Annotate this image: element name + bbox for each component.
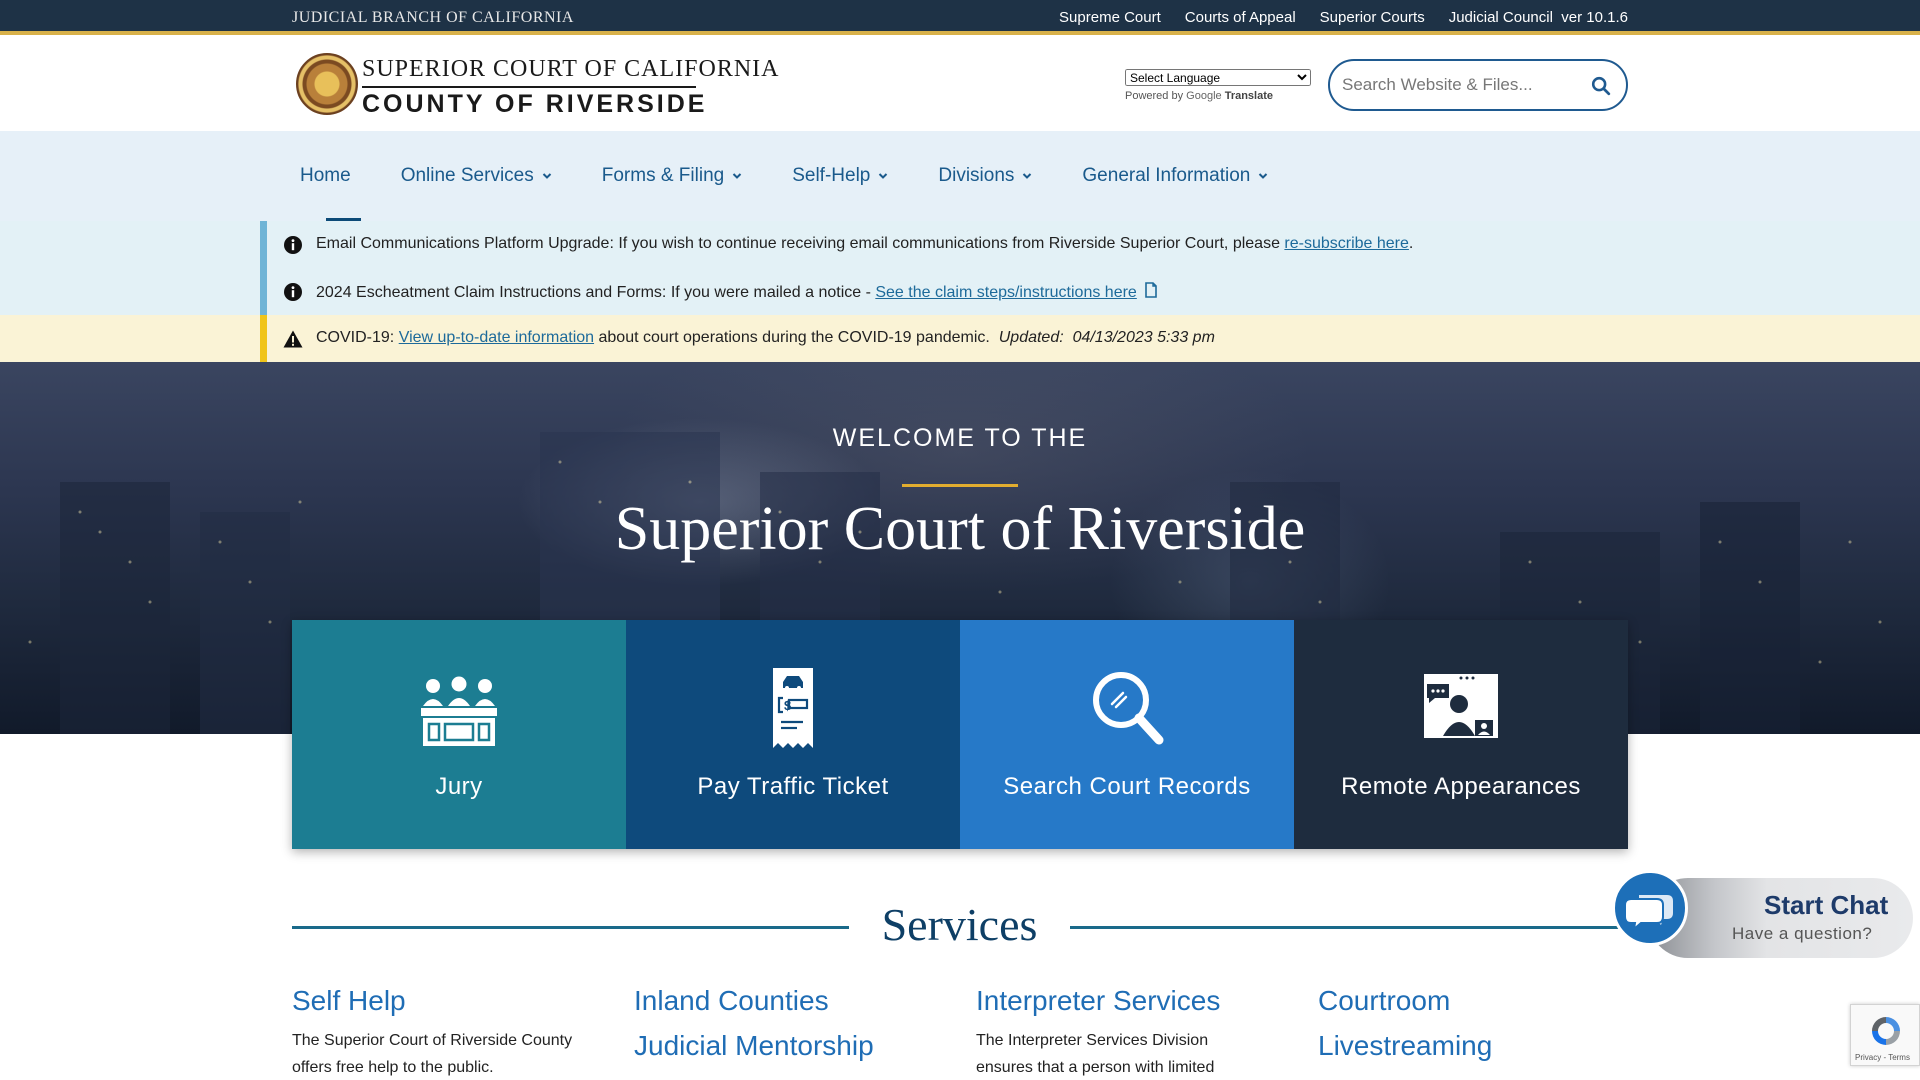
tile-remote-appearances-label: Remote Appearances — [1341, 773, 1581, 800]
chevron-down-icon — [733, 173, 742, 179]
service-title-interpreter-services[interactable]: Interpreter Services — [976, 978, 1266, 1023]
info-icon — [284, 236, 302, 254]
services-heading: Services — [881, 899, 1038, 950]
info-icon — [284, 283, 302, 301]
hero-title: Superior Court of Riverside — [614, 495, 1306, 563]
link-judicial-council[interactable]: Judicial Council ver 10.1.6 — [1449, 9, 1628, 26]
powered-by-google: Powered by Google Translate — [1125, 90, 1274, 102]
chat-icon — [1624, 895, 1673, 932]
translate-link[interactable]: Translate — [1225, 90, 1273, 102]
have-a-question-label: Have a question? — [1732, 924, 1873, 943]
alert-accent-bar — [260, 315, 267, 362]
service-title-judicial-mentorship[interactable]: Inland Counties Judicial Mentorship — [634, 978, 924, 1068]
link-superior-courts[interactable]: Superior Courts — [1320, 9, 1425, 26]
tile-jury-label: Jury — [435, 773, 483, 800]
alert-accent-bar — [260, 221, 267, 268]
logo-title-line1[interactable]: SUPERIOR COURT OF CALIFORNIA — [362, 56, 780, 83]
remote-appearance-icon — [1424, 674, 1498, 738]
version-label: ver 10.1.6 — [1561, 9, 1628, 26]
nav-forms-filing[interactable]: Forms & Filing — [602, 131, 742, 221]
hero-welcome-text: WELCOME TO THE — [832, 424, 1088, 452]
main-nav: Home Online Services Forms & Filing Self… — [0, 131, 1920, 221]
logo-divider — [362, 86, 696, 88]
link-supreme-court[interactable]: Supreme Court — [1059, 9, 1161, 26]
court-seal-logo[interactable] — [296, 53, 358, 115]
search-records-icon — [1093, 672, 1164, 745]
nav-divisions[interactable]: Divisions — [938, 131, 1032, 221]
search-input[interactable] — [1342, 73, 1582, 97]
google-logo: Google — [1186, 90, 1222, 102]
language-select[interactable]: Select Language — [1125, 69, 1311, 86]
tile-pay-traffic-ticket[interactable]: $ Pay Traffic Ticket — [626, 620, 960, 849]
alert-escheatment: 2024 Escheatment Claim Instructions and … — [0, 268, 1920, 315]
services-divider-right — [1070, 926, 1628, 929]
nav-home[interactable]: Home — [300, 131, 361, 221]
nav-self-help[interactable]: Self-Help — [792, 131, 888, 221]
traffic-ticket-icon: $ — [773, 668, 813, 748]
service-description: The Superior Court of Riverside County o… — [292, 1032, 573, 1076]
chat-bubble-button[interactable] — [1612, 870, 1688, 946]
services-divider-left — [292, 926, 849, 929]
recaptcha-terms[interactable]: Privacy - Terms — [1855, 1053, 1910, 1062]
alert-email-upgrade: Email Communications Platform Upgrade: I… — [0, 221, 1920, 268]
top-bar: JUDICIAL BRANCH OF CALIFORNIA Supreme Co… — [0, 0, 1920, 35]
chevron-down-icon — [542, 173, 551, 179]
service-card: Interpreter Services The Interpreter Ser… — [976, 978, 1266, 1080]
site-header: SUPERIOR COURT OF CALIFORNIA COUNTY OF R… — [0, 39, 1920, 131]
jury-icon — [421, 676, 497, 746]
service-description: The Interpreter Services Division ensure… — [976, 1032, 1215, 1076]
updated-label: Updated: — [998, 329, 1064, 346]
tile-remote-appearances[interactable]: Remote Appearances — [1294, 620, 1628, 849]
tile-jury[interactable]: Jury — [292, 620, 626, 849]
service-title-self-help[interactable]: Self Help — [292, 978, 582, 1023]
alert-text: Email Communications Platform Upgrade: I… — [316, 235, 1414, 252]
service-title-courtroom-livestreaming[interactable]: Courtroom Livestreaming — [1318, 978, 1608, 1068]
site-search — [1328, 59, 1628, 111]
resubscribe-link[interactable]: re-subscribe here — [1284, 235, 1409, 252]
judicial-branch-label[interactable]: JUDICIAL BRANCH OF CALIFORNIA — [292, 9, 574, 27]
link-courts-of-appeal[interactable]: Courts of Appeal — [1185, 9, 1296, 26]
document-icon — [1145, 282, 1158, 298]
alert-text: COVID-19: View up-to-date information ab… — [316, 329, 1215, 346]
top-links: Supreme Court Courts of Appeal Superior … — [1059, 9, 1628, 26]
chevron-down-icon — [879, 173, 888, 179]
updated-timestamp: 04/13/2023 5:33 pm — [1072, 329, 1215, 346]
service-card: Inland Counties Judicial Mentorship — [634, 978, 924, 1072]
hero-gold-divider — [902, 484, 1018, 487]
tile-search-court-records-label: Search Court Records — [1003, 773, 1251, 800]
recaptcha-badge[interactable]: Privacy - Terms — [1850, 1004, 1920, 1066]
recaptcha-logo-icon — [1872, 1017, 1900, 1045]
warning-icon — [283, 330, 303, 348]
alert-text: 2024 Escheatment Claim Instructions and … — [316, 282, 1158, 302]
quick-action-tiles: Jury $ Pay Traffic Ticket Search Court R… — [292, 620, 1628, 849]
nav-general-information[interactable]: General Information — [1082, 131, 1268, 221]
tile-search-court-records[interactable]: Search Court Records — [960, 620, 1294, 849]
logo-title-line2[interactable]: COUNTY OF RIVERSIDE — [362, 90, 707, 119]
chevron-down-icon — [1023, 173, 1032, 179]
search-icon[interactable] — [1590, 75, 1612, 97]
svg-text:$: $ — [784, 698, 792, 713]
nav-online-services[interactable]: Online Services — [401, 131, 552, 221]
alert-covid: COVID-19: View up-to-date information ab… — [0, 315, 1920, 362]
alert-accent-bar — [260, 268, 267, 315]
start-chat-label[interactable]: Start Chat — [1764, 890, 1888, 921]
service-card: Courtroom Livestreaming — [1318, 978, 1608, 1072]
google-translate-widget: Select Language Powered by Google Transl… — [1125, 69, 1311, 102]
service-card: Self Help The Superior Court of Riversid… — [292, 978, 582, 1080]
start-chat-widget[interactable]: Start Chat Have a question? — [1612, 870, 1915, 960]
tile-pay-traffic-ticket-label: Pay Traffic Ticket — [697, 773, 889, 800]
covid-info-link[interactable]: View up-to-date information — [399, 329, 594, 346]
chevron-down-icon — [1259, 173, 1268, 179]
claim-steps-link[interactable]: See the claim steps/instructions here — [875, 284, 1136, 301]
